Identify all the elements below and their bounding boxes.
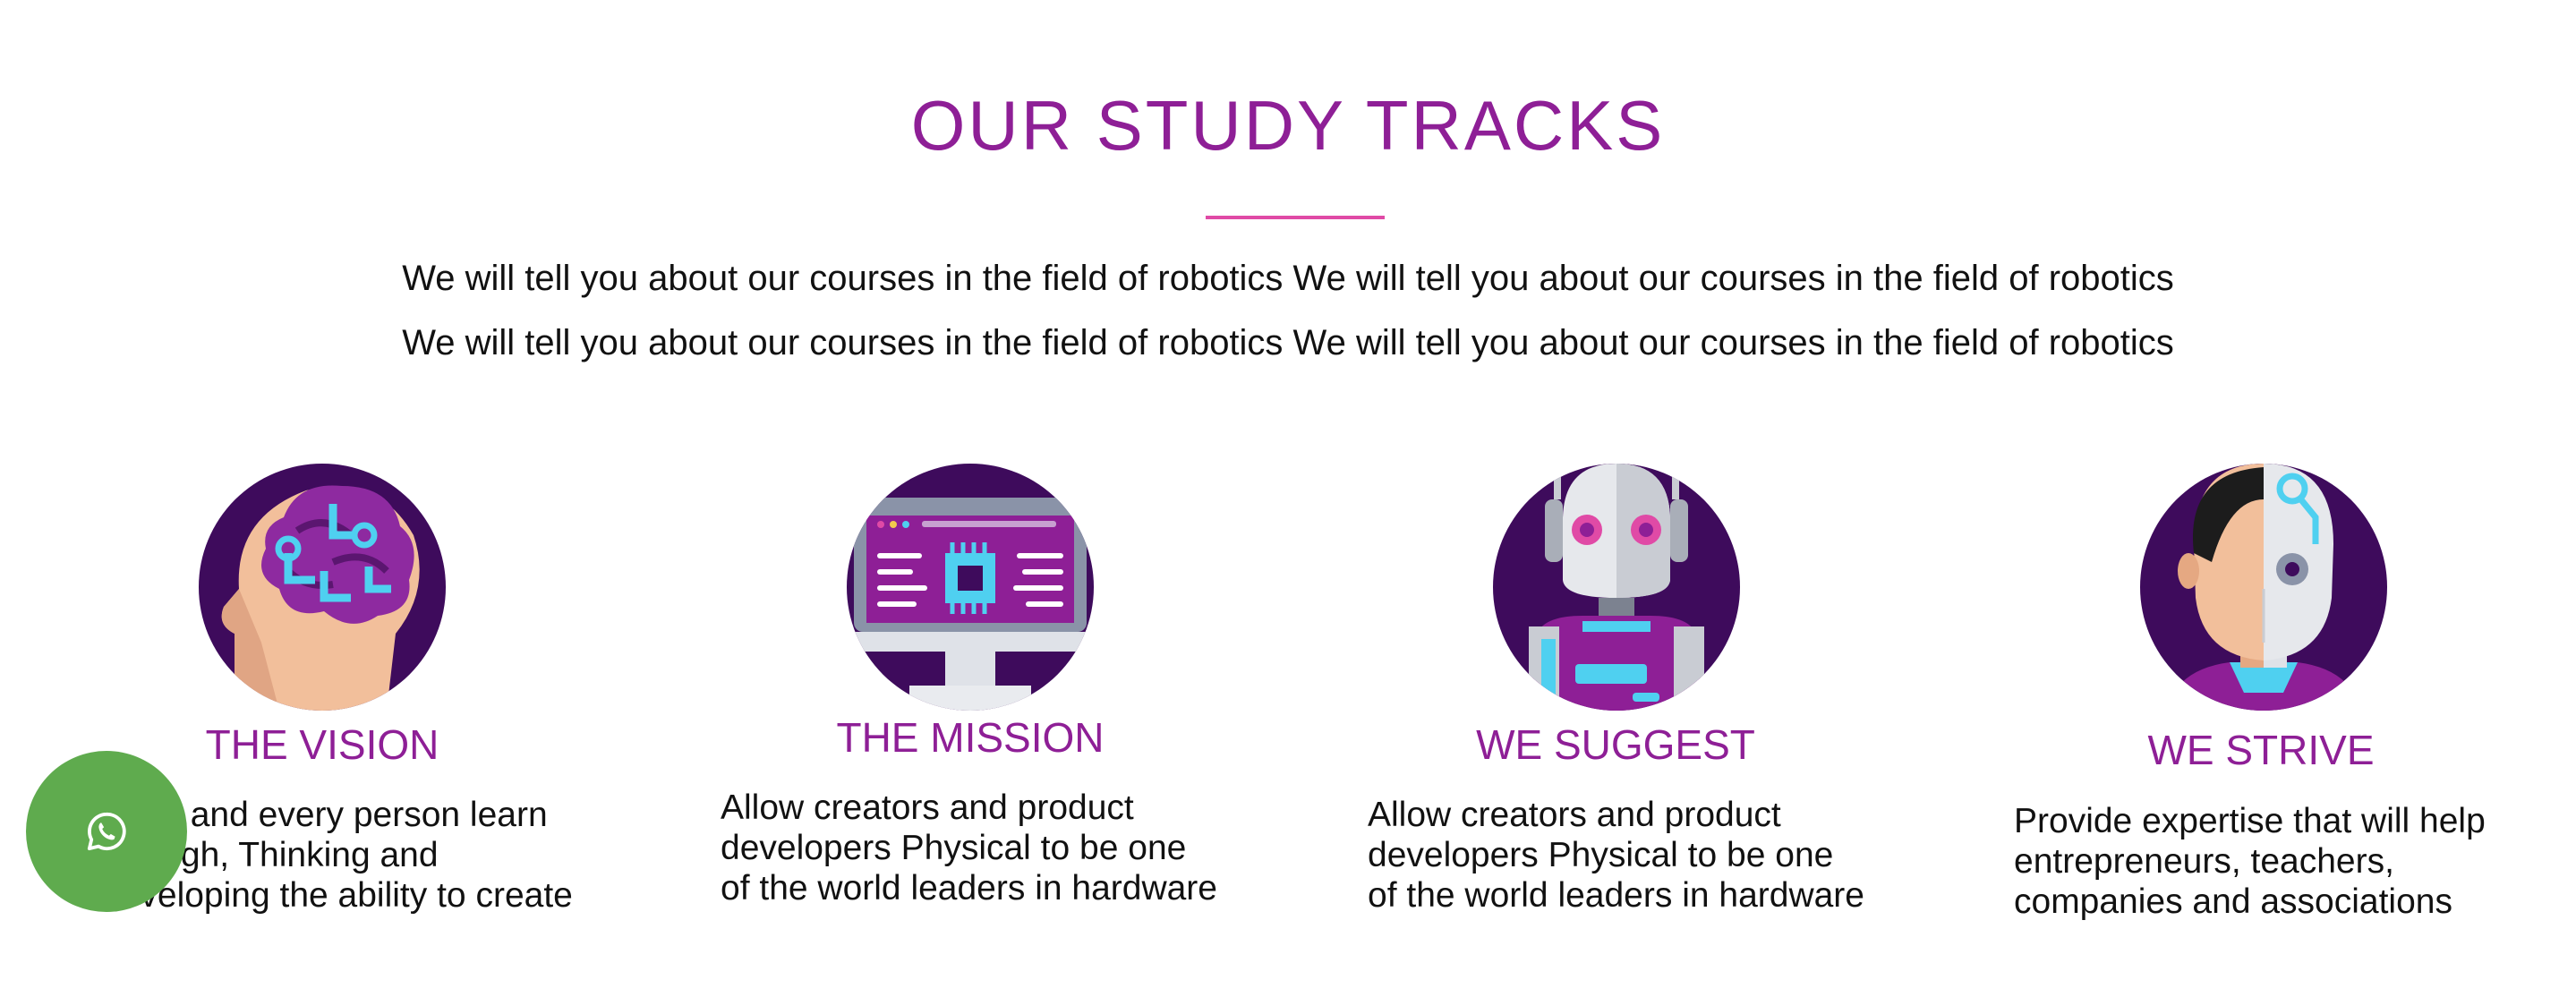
robot-icon xyxy=(1493,464,1740,711)
cyborg-face-icon xyxy=(2140,464,2387,711)
brain-circuit-icon xyxy=(199,464,446,711)
title-underline-divider xyxy=(1206,216,1385,219)
section-title: OUR STUDY TRACKS xyxy=(910,86,1666,165)
whatsapp-icon xyxy=(87,812,126,851)
whatsapp-chat-button[interactable] xyxy=(26,751,187,912)
intro-line-1: We will tell you about our courses in th… xyxy=(402,259,2174,298)
track-title: THE MISSION xyxy=(836,714,1105,761)
track-description: Provide expertise that will help entrepr… xyxy=(2014,802,2486,921)
study-tracks-page: OUR STUDY TRACKS We will tell you about … xyxy=(0,0,2576,997)
section-intro: We will tell you about our courses in th… xyxy=(0,246,2576,375)
track-title: WE SUGGEST xyxy=(1476,721,1755,768)
track-description: Allow creators and product developers Ph… xyxy=(721,788,1217,908)
track-description: Allow creators and product developers Ph… xyxy=(1368,796,1864,915)
computer-chip-monitor-icon xyxy=(847,464,1094,711)
track-title: THE VISION xyxy=(205,721,439,768)
intro-line-2: We will tell you about our courses in th… xyxy=(402,323,2174,362)
track-title: WE STRIVE xyxy=(2147,727,2375,773)
